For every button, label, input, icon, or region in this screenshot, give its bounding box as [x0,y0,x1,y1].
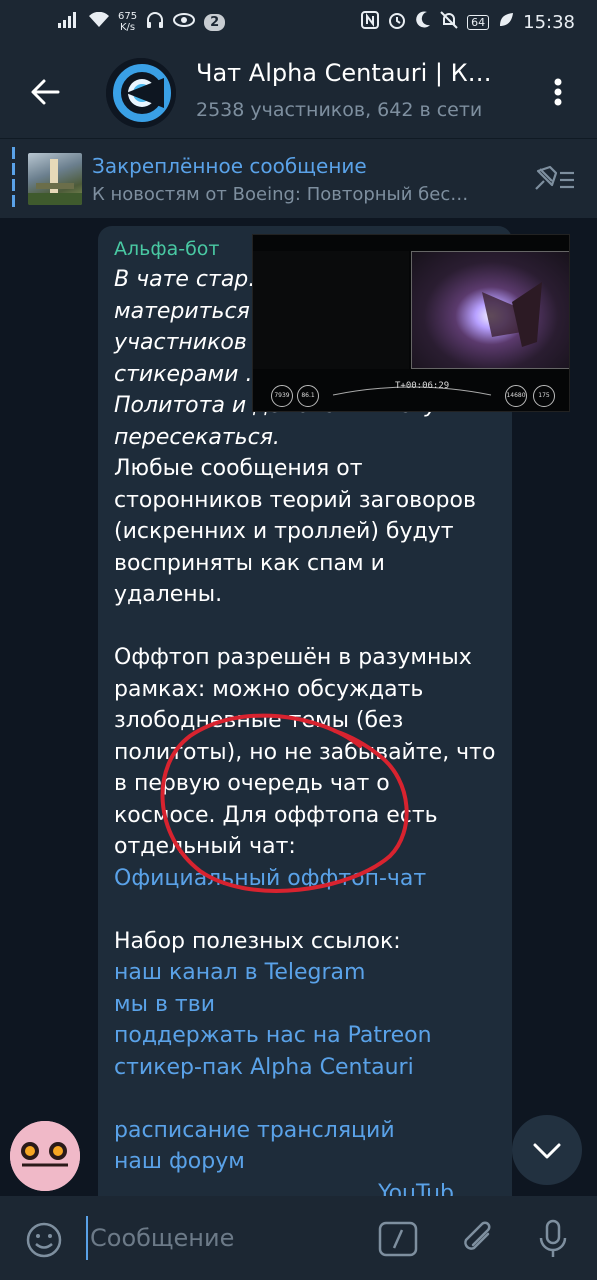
telegram-channel-link[interactable]: наш канал в Telegram [114,957,496,989]
twitter-link[interactable]: мы в тви [114,989,496,1021]
chat-member-count: 2538 участников, 642 в сети [196,99,483,121]
chat-messages-area[interactable]: Альфа-бот В чате стар… материться участн… [0,218,597,1196]
more-vertical-icon [554,78,562,106]
message-input[interactable] [86,1216,356,1260]
smile-icon [26,1222,62,1258]
chat-avatar[interactable] [106,58,176,128]
message-input-bar [0,1196,597,1280]
headphones-icon [146,11,164,34]
hud-dial: 14680 [505,385,527,407]
pinned-indicator [12,147,15,209]
pinned-thumbnail [28,153,82,205]
mute-bell-icon [440,10,458,34]
eye-icon [173,12,196,32]
alarm-icon [388,11,406,34]
arrow-left-icon [31,79,60,105]
sticker-pack-link[interactable]: стикер-пак Alpha Centauri [114,1052,496,1084]
pip-video-player[interactable]: 7939 86.1 T+00:06:29 14680 175 [252,234,570,412]
bot-commands-button[interactable] [378,1221,418,1257]
battery-indicator: 64 [467,14,490,30]
wifi-icon [89,11,109,33]
leaf-icon [498,12,514,33]
chat-title[interactable]: Чат Alpha Centauri | К… [196,59,526,87]
youtube-link[interactable]: YouTub… [114,1178,496,1197]
video-left-panel [253,251,409,369]
pinned-message-bar[interactable]: Закреплённое сообщение К новостям от Boe… [0,138,597,218]
robot-face-icon [10,1121,80,1191]
slash-command-icon [378,1221,418,1257]
chevron-down-icon [533,1143,561,1159]
italic-line: пересекаться. [114,424,280,450]
clock: 15:38 [523,11,575,33]
pinned-list-button[interactable] [530,161,578,197]
bot-avatar[interactable] [10,1121,80,1191]
patreon-link[interactable]: поддержать нас на Patreon [114,1020,496,1052]
hud-dial: 7939 [271,385,293,407]
back-button[interactable] [24,70,68,114]
links-heading: Набор полезных ссылок: [114,928,401,954]
pin-list-icon [535,165,574,190]
pinned-title: Закреплённое сообщение [92,154,367,178]
forum-link[interactable]: наш форум [114,1146,496,1178]
pinned-text: К новостям от Boeing: Повторный бес… [92,184,469,205]
rules-paragraph: Любые сообщения от сторонников теорий за… [114,456,476,607]
chat-header: Чат Alpha Centauri | К… 2538 участников,… [0,44,597,138]
notification-badge: 2 [204,13,226,31]
attach-button[interactable] [458,1218,498,1260]
emoji-button[interactable] [24,1220,64,1260]
hud-dial: 175 [533,385,555,407]
paperclip-icon [464,1221,491,1250]
moon-icon [415,10,431,34]
microphone-icon [539,1219,567,1257]
hud-dial: 86.1 [297,385,319,407]
video-right-panel [411,251,569,369]
more-menu-button[interactable] [548,72,568,112]
scroll-down-button[interactable] [512,1115,582,1185]
net-speed: 675 K/s [118,11,138,33]
nfc-icon [361,10,380,34]
voice-record-button[interactable] [535,1218,571,1260]
red-annotation-circle [160,713,409,893]
video-timer: T+00:06:29 [395,381,450,391]
signal-icon [58,11,80,33]
status-bar: 675 K/s 2 64 15:38 [0,0,597,44]
stream-schedule-link[interactable]: расписание трансляций [114,1115,496,1147]
alpha-centauri-logo-icon [106,58,176,128]
